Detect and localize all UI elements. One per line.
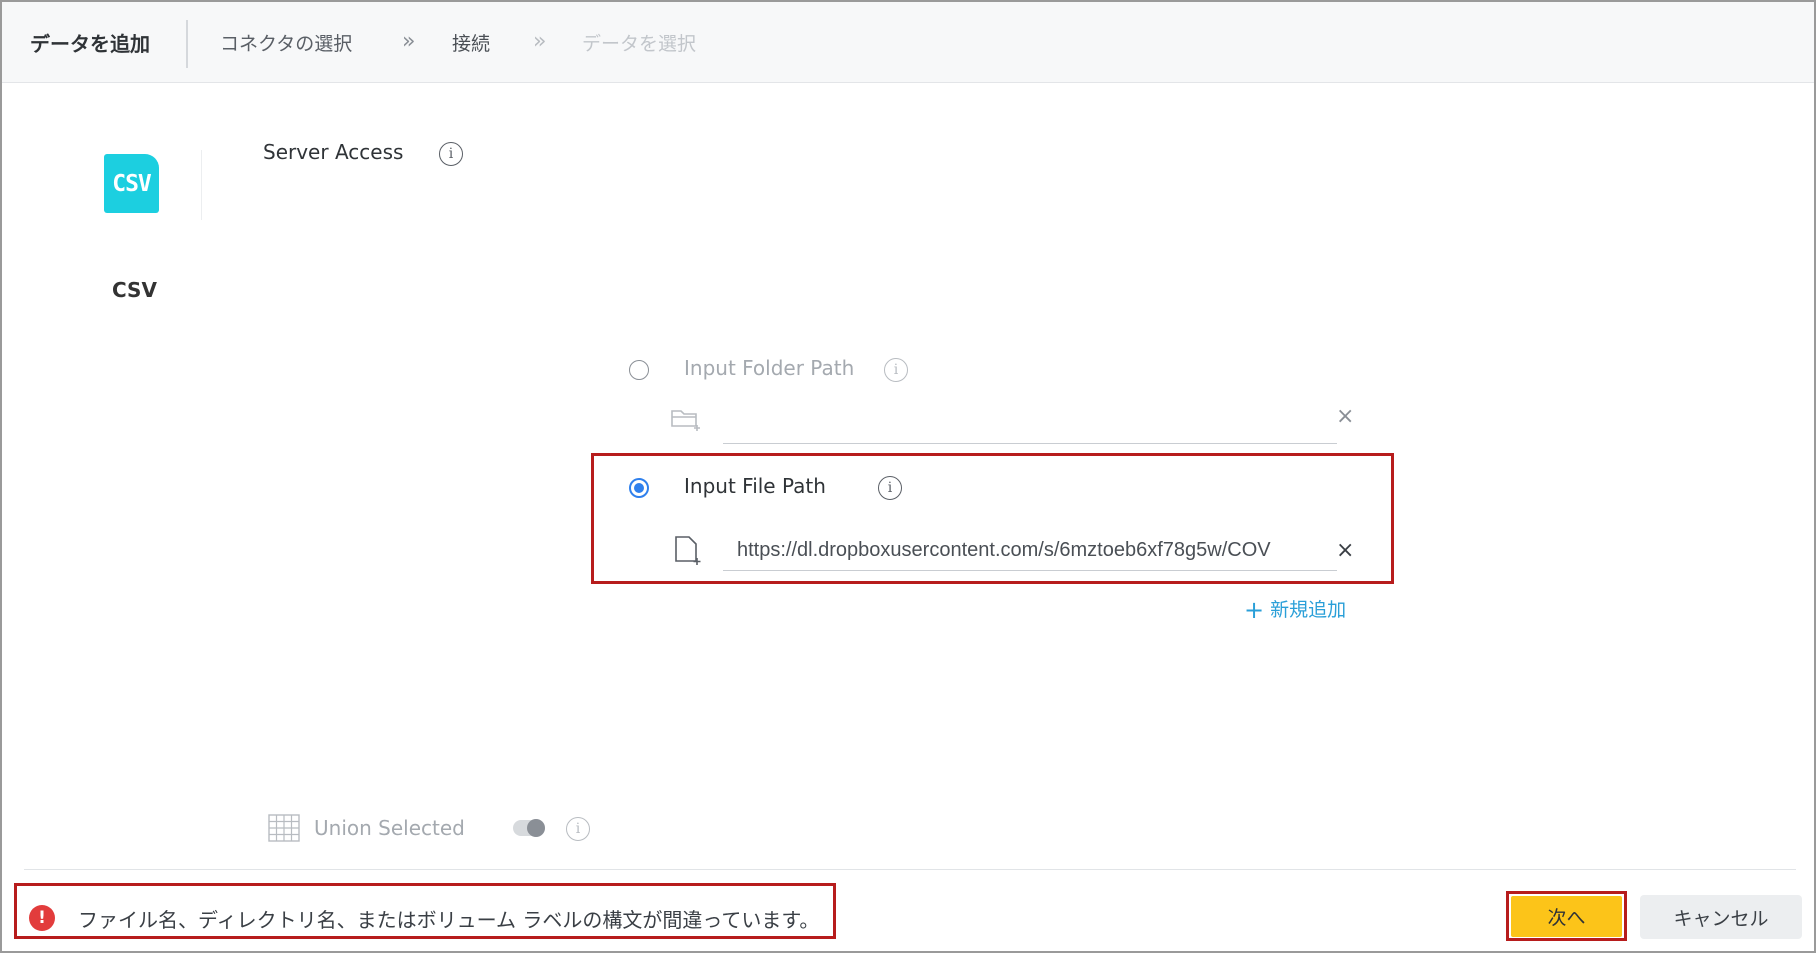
footer-divider: [24, 869, 1796, 870]
breadcrumb-chevron-icon: »: [533, 29, 547, 54]
file-path-label: Input File Path: [684, 474, 826, 498]
dialog-frame: データを追加 コネクタの選択 » 接続 » データを選択 CSV CSV Ser…: [0, 0, 1816, 953]
breadcrumb-chevron-icon: »: [402, 29, 416, 54]
breadcrumb-step-select-connector[interactable]: コネクタの選択: [220, 29, 352, 56]
clear-folder-path-icon[interactable]: ×: [1336, 406, 1354, 428]
csv-logo-icon: CSV: [104, 154, 159, 213]
add-new-link[interactable]: + 新規追加: [1244, 595, 1346, 624]
error-icon: !: [29, 905, 55, 931]
folder-path-radio[interactable]: [629, 360, 649, 380]
file-path-radio[interactable]: [629, 478, 649, 498]
file-path-input[interactable]: [723, 531, 1337, 571]
folder-path-label: Input Folder Path: [684, 356, 855, 380]
connector-name: CSV: [112, 278, 157, 302]
next-button[interactable]: 次へ: [1511, 896, 1622, 937]
union-info-icon[interactable]: i: [566, 817, 590, 841]
table-grid-icon: [268, 814, 300, 842]
dialog-title: データを追加: [30, 32, 150, 56]
server-access-title: Server Access: [263, 140, 404, 164]
file-path-info-icon[interactable]: i: [878, 476, 902, 500]
connector-divider: [201, 150, 202, 220]
union-selected-toggle[interactable]: [513, 819, 545, 837]
header-divider: [186, 20, 188, 68]
cancel-button[interactable]: キャンセル: [1640, 895, 1802, 939]
error-message: ファイル名、ディレクトリ名、またはボリューム ラベルの構文が間違っています。: [78, 908, 820, 932]
breadcrumb-step-select-data: データを選択: [582, 33, 697, 55]
wizard-header: データを追加 コネクタの選択 » 接続 » データを選択: [2, 2, 1814, 83]
add-new-label: 新規追加: [1270, 599, 1347, 621]
plus-icon: +: [1244, 596, 1265, 624]
file-add-icon: [675, 536, 701, 565]
clear-file-path-icon[interactable]: ×: [1336, 540, 1354, 562]
folder-path-input[interactable]: [723, 404, 1337, 444]
breadcrumb-step-connect: 接続: [452, 33, 491, 55]
server-access-info-icon[interactable]: i: [439, 142, 463, 166]
folder-add-icon: [671, 410, 700, 431]
folder-path-info-icon[interactable]: i: [884, 358, 908, 382]
union-selected-label: Union Selected: [314, 816, 465, 840]
